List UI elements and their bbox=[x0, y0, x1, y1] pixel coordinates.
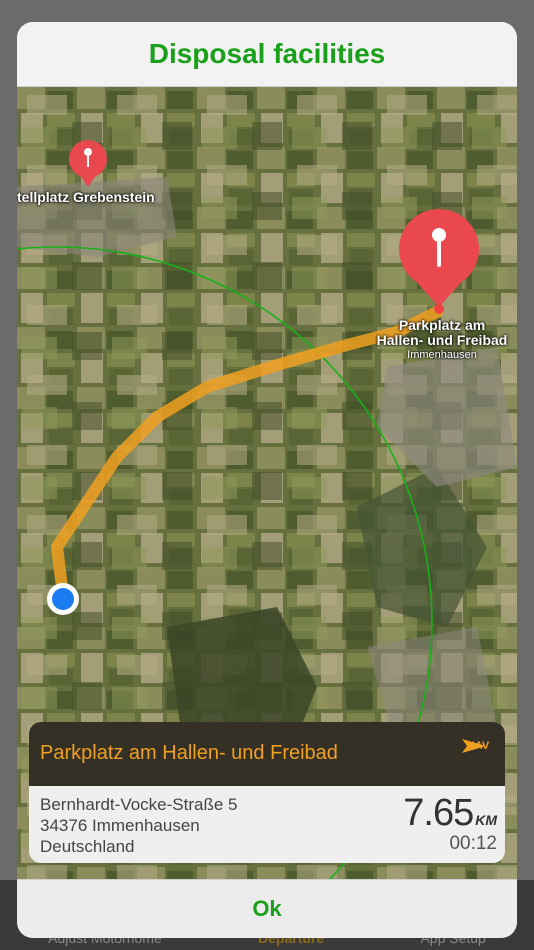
travel-time: 00:12 bbox=[449, 833, 497, 854]
destination-address: Bernhardt-Vocke-Straße 5 34376 Immenhaus… bbox=[40, 794, 237, 857]
address-city: 34376 Immenhausen bbox=[40, 816, 200, 835]
distance-unit: KM bbox=[475, 812, 497, 828]
ok-button[interactable]: Ok bbox=[252, 896, 281, 922]
dialog-title: Disposal facilities bbox=[148, 38, 386, 69]
destination-name[interactable]: Parkplatz am Hallen- und Freibad bbox=[40, 742, 338, 765]
distance-value: 7.65 bbox=[403, 792, 474, 834]
marker-label-grebenstein: tellplatz Grebenstein bbox=[17, 189, 155, 205]
satellite-map[interactable]: tellplatz Grebenstein Parkplatz am Halle… bbox=[17, 87, 517, 882]
disposal-facilities-dialog: Disposal facilities tellplatz Grebenstei… bbox=[17, 22, 517, 938]
destination-info-card: Parkplatz am Hallen- und Freibad NAV Ber… bbox=[29, 722, 505, 863]
dialog-header: Disposal facilities bbox=[17, 22, 517, 87]
address-country: Deutschland bbox=[40, 837, 135, 856]
nav-button[interactable]: NAV bbox=[461, 738, 495, 774]
navigation-arrow-icon bbox=[462, 739, 486, 753]
address-street: Bernhardt-Vocke-Straße 5 bbox=[40, 795, 238, 814]
marker-label-parkplatz: Parkplatz am Hallen- und Freibad Immenha… bbox=[376, 317, 508, 362]
destination-header[interactable]: Parkplatz am Hallen- und Freibad NAV bbox=[29, 722, 505, 786]
distance-block: 7.65 KM 00:12 bbox=[403, 792, 497, 855]
user-location-icon bbox=[47, 583, 79, 615]
dialog-footer: Ok bbox=[17, 879, 517, 938]
